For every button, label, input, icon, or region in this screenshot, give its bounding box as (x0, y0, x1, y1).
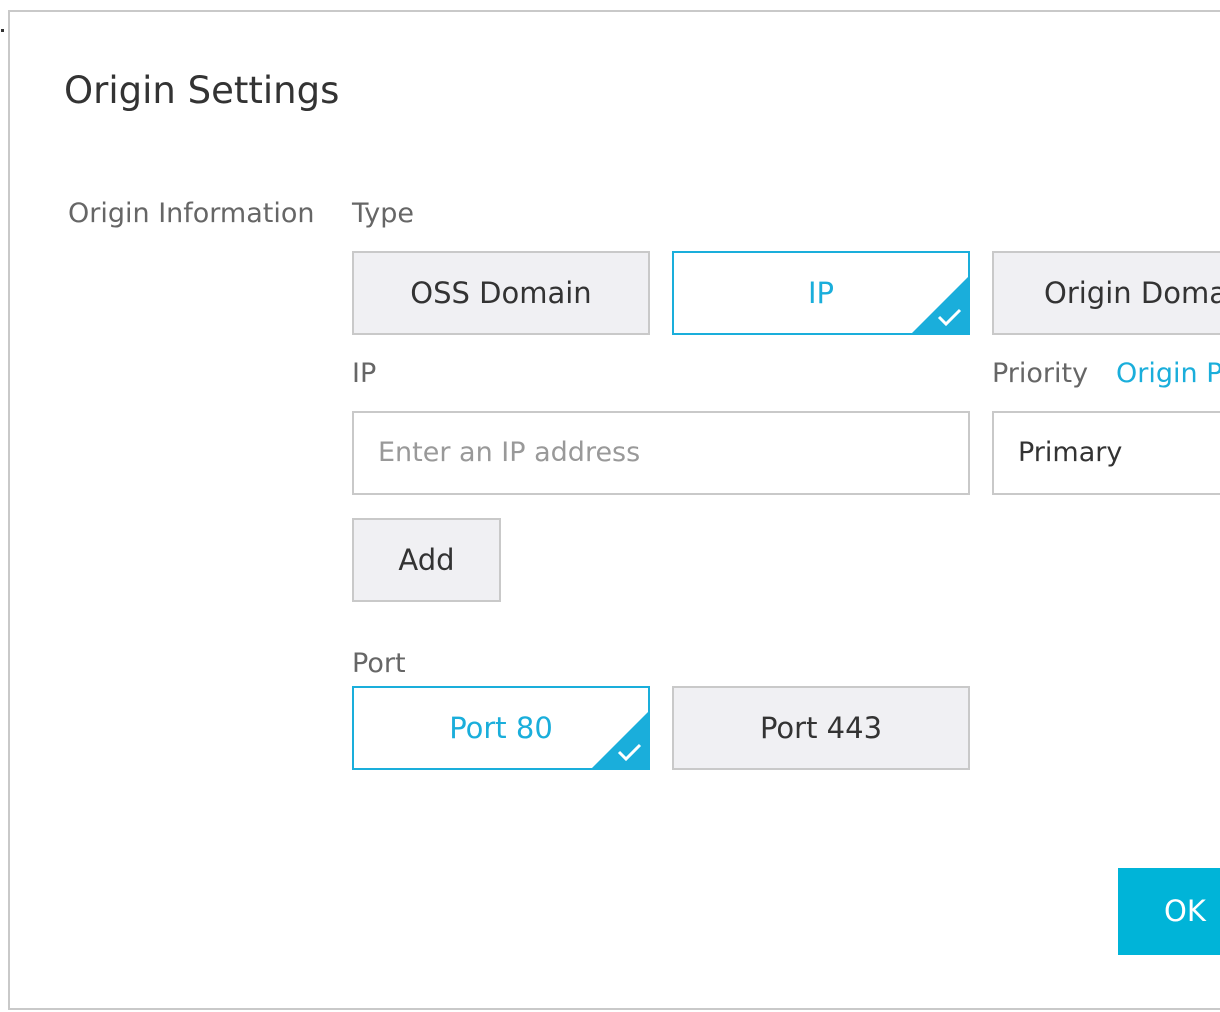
origin-priority-link[interactable]: Origin Priority (1116, 356, 1220, 392)
origin-settings-dialog (8, 10, 1220, 1010)
type-option-label: IP (807, 276, 835, 310)
type-option-label: Origin Domain (1044, 276, 1220, 310)
type-label: Type (352, 198, 415, 229)
dialog-title: Origin Settings (64, 69, 340, 112)
port-label: Port (352, 648, 406, 679)
stray-dot (1, 29, 4, 32)
ok-button[interactable]: OK (1118, 868, 1220, 955)
screen: Origin Settings Origin Information Type … (0, 0, 1220, 1012)
priority-select[interactable]: Primary (992, 411, 1220, 495)
check-icon (592, 712, 648, 768)
priority-label: Priority (992, 358, 1089, 389)
port-option-80[interactable]: Port 80 (352, 686, 650, 770)
type-option-oss-domain[interactable]: OSS Domain (352, 251, 650, 335)
port-option-label: Port 443 (759, 711, 883, 745)
port-option-443[interactable]: Port 443 (672, 686, 970, 770)
check-icon (912, 277, 968, 333)
type-option-origin-domain[interactable]: Origin Domain (992, 251, 1220, 335)
port-option-label: Port 80 (449, 711, 553, 745)
ip-address-input[interactable]: Enter an IP address (352, 411, 970, 495)
type-option-ip[interactable]: IP (672, 251, 970, 335)
origin-information-label: Origin Information (68, 198, 315, 229)
add-button[interactable]: Add (352, 518, 501, 602)
type-option-label: OSS Domain (410, 276, 592, 310)
ip-label: IP (352, 358, 377, 389)
